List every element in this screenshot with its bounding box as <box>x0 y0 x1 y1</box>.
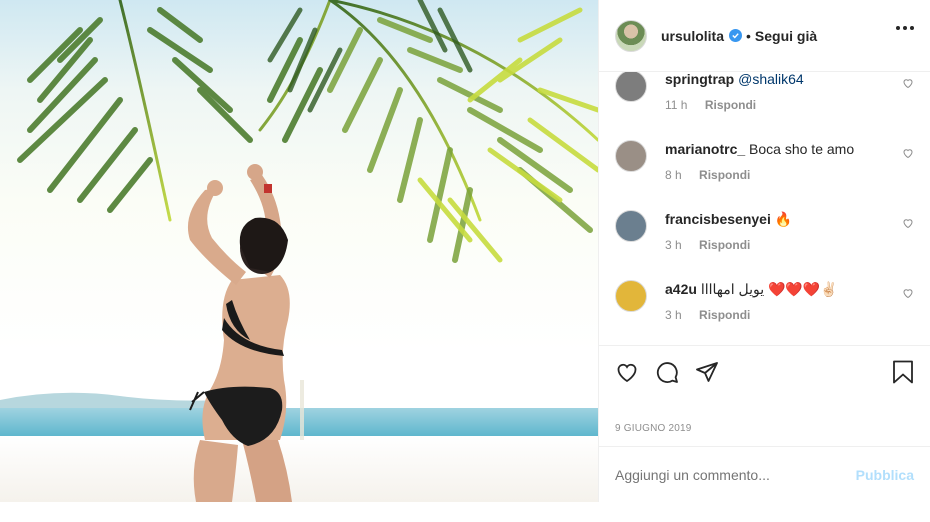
comment-username[interactable]: marianotrc_ <box>665 141 745 157</box>
heart-icon[interactable] <box>902 216 914 234</box>
post-date[interactable]: 9 GIUGNO 2019 <box>615 423 692 434</box>
post-side-panel: ursulolita • Segui già springtrap @shali… <box>598 0 930 502</box>
comment-meta: 11 h Rispondi <box>665 98 756 112</box>
comment-username[interactable]: a42u <box>665 281 697 297</box>
comment-body: يويل امهاااا ❤️❤️❤️✌🏻 <box>700 281 838 297</box>
heart-icon[interactable] <box>902 286 914 304</box>
page-margin <box>598 502 930 522</box>
like-icon[interactable] <box>615 360 639 389</box>
reply-button[interactable]: Rispondi <box>699 308 750 322</box>
comment-avatar[interactable] <box>615 72 647 102</box>
comment-text: marianotrc_ Boca sho te amo <box>665 140 878 158</box>
comment-text: a42u يويل امهاااا ❤️❤️❤️✌🏻 <box>665 280 878 298</box>
more-icon[interactable] <box>896 26 914 30</box>
comment-body: 🔥 <box>774 211 793 227</box>
comment-username[interactable]: francisbesenyei <box>665 211 771 227</box>
beach-photo-illustration <box>0 0 598 502</box>
comment-text: springtrap @shalik64 <box>665 72 878 88</box>
share-icon[interactable] <box>695 360 719 389</box>
post-comment-button[interactable]: Pubblica <box>856 467 914 483</box>
reply-button[interactable]: Rispondi <box>705 98 756 112</box>
comment-item: a42u يويل امهاااا ❤️❤️❤️✌🏻 3 h Rispondi <box>615 280 914 344</box>
reply-button[interactable]: Rispondi <box>699 168 750 182</box>
comment-avatar[interactable] <box>615 140 647 172</box>
comment-item: springtrap @shalik64 11 h Rispondi <box>615 72 914 140</box>
comment-meta: 8 h Rispondi <box>665 168 750 182</box>
comment-time[interactable]: 3 h <box>665 238 682 252</box>
heart-icon[interactable] <box>902 76 914 94</box>
author-avatar[interactable] <box>615 19 647 52</box>
comment-body: Boca sho te amo <box>749 141 855 157</box>
comment-icon[interactable] <box>655 360 679 389</box>
comment-time[interactable]: 8 h <box>665 168 682 182</box>
comment-time[interactable]: 3 h <box>665 308 682 322</box>
save-icon[interactable] <box>892 360 914 389</box>
follow-button[interactable]: Segui già <box>755 28 817 44</box>
author-username[interactable]: ursulolita <box>661 28 724 44</box>
comment-text: francisbesenyei 🔥 <box>665 210 878 228</box>
comment-meta: 3 h Rispondi <box>665 308 750 322</box>
post-header: ursulolita • Segui già <box>599 0 930 72</box>
comments-list[interactable]: springtrap @shalik64 11 h Rispondi maria… <box>599 72 930 344</box>
reply-button[interactable]: Rispondi <box>699 238 750 252</box>
comment-item: francisbesenyei 🔥 3 h Rispondi <box>615 210 914 280</box>
comment-input[interactable] <box>615 466 856 483</box>
comment-time[interactable]: 11 h <box>665 98 687 112</box>
add-comment-bar: Pubblica <box>599 446 930 502</box>
comment-avatar[interactable] <box>615 280 647 312</box>
comment-mention[interactable]: @shalik64 <box>738 72 804 87</box>
page-margin <box>0 502 598 522</box>
post-actions <box>599 345 930 400</box>
heart-icon[interactable] <box>902 146 914 164</box>
post-photo[interactable] <box>0 0 598 502</box>
comment-username[interactable]: springtrap <box>665 72 734 87</box>
header-separator: • <box>746 27 751 44</box>
comment-meta: 3 h Rispondi <box>665 238 750 252</box>
comment-item: marianotrc_ Boca sho te amo 8 h Rispondi <box>615 140 914 210</box>
verified-icon <box>729 29 743 42</box>
comment-avatar[interactable] <box>615 210 647 242</box>
